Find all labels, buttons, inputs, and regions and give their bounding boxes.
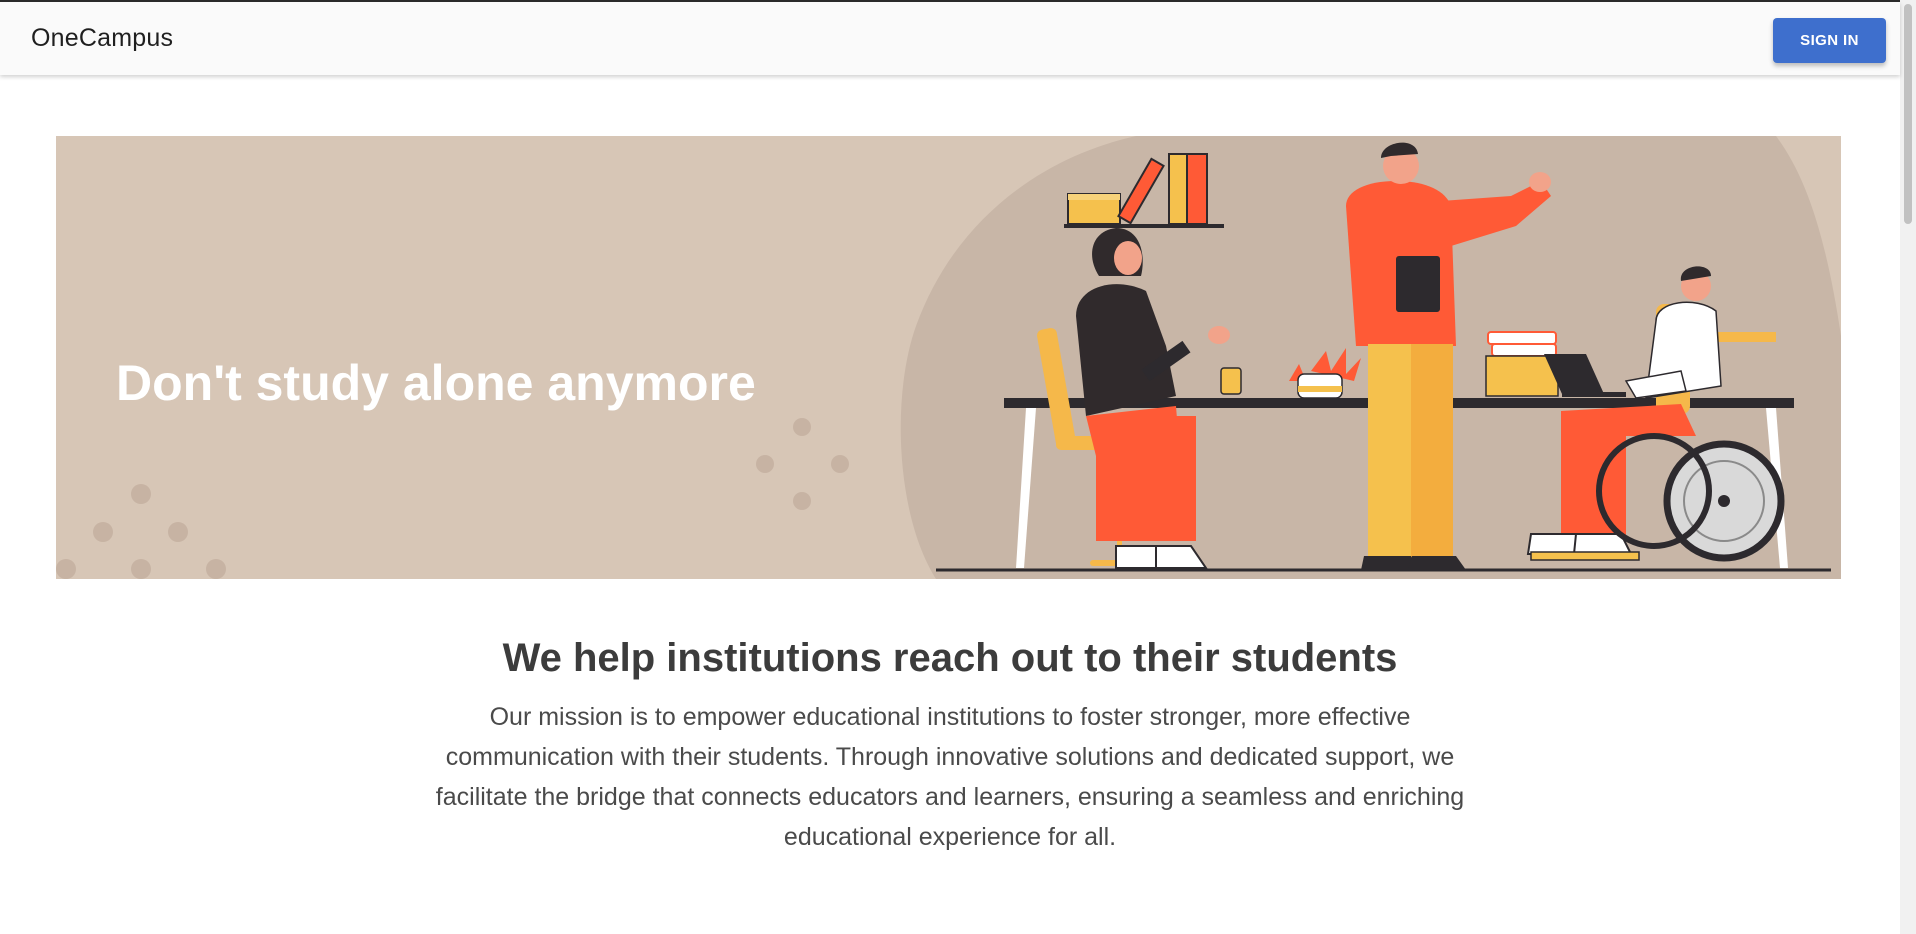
brand-logo-text[interactable]: OneCampus <box>31 24 173 53</box>
section-heading: We help institutions reach out to their … <box>502 636 1398 680</box>
decorative-dots-left <box>56 484 226 579</box>
hero-banner: Don't study alone anymore <box>56 136 1841 579</box>
app-bar: OneCampus SIGN IN <box>0 2 1900 75</box>
mission-statement: Our mission is to empower educational in… <box>435 703 1465 851</box>
sign-in-button[interactable]: SIGN IN <box>1773 18 1886 63</box>
hero-title: Don't study alone anymore <box>116 355 756 411</box>
page-scrollbar[interactable] <box>1900 0 1916 934</box>
decorative-dots-right <box>756 418 849 510</box>
scrollbar-thumb[interactable] <box>1904 4 1912 224</box>
